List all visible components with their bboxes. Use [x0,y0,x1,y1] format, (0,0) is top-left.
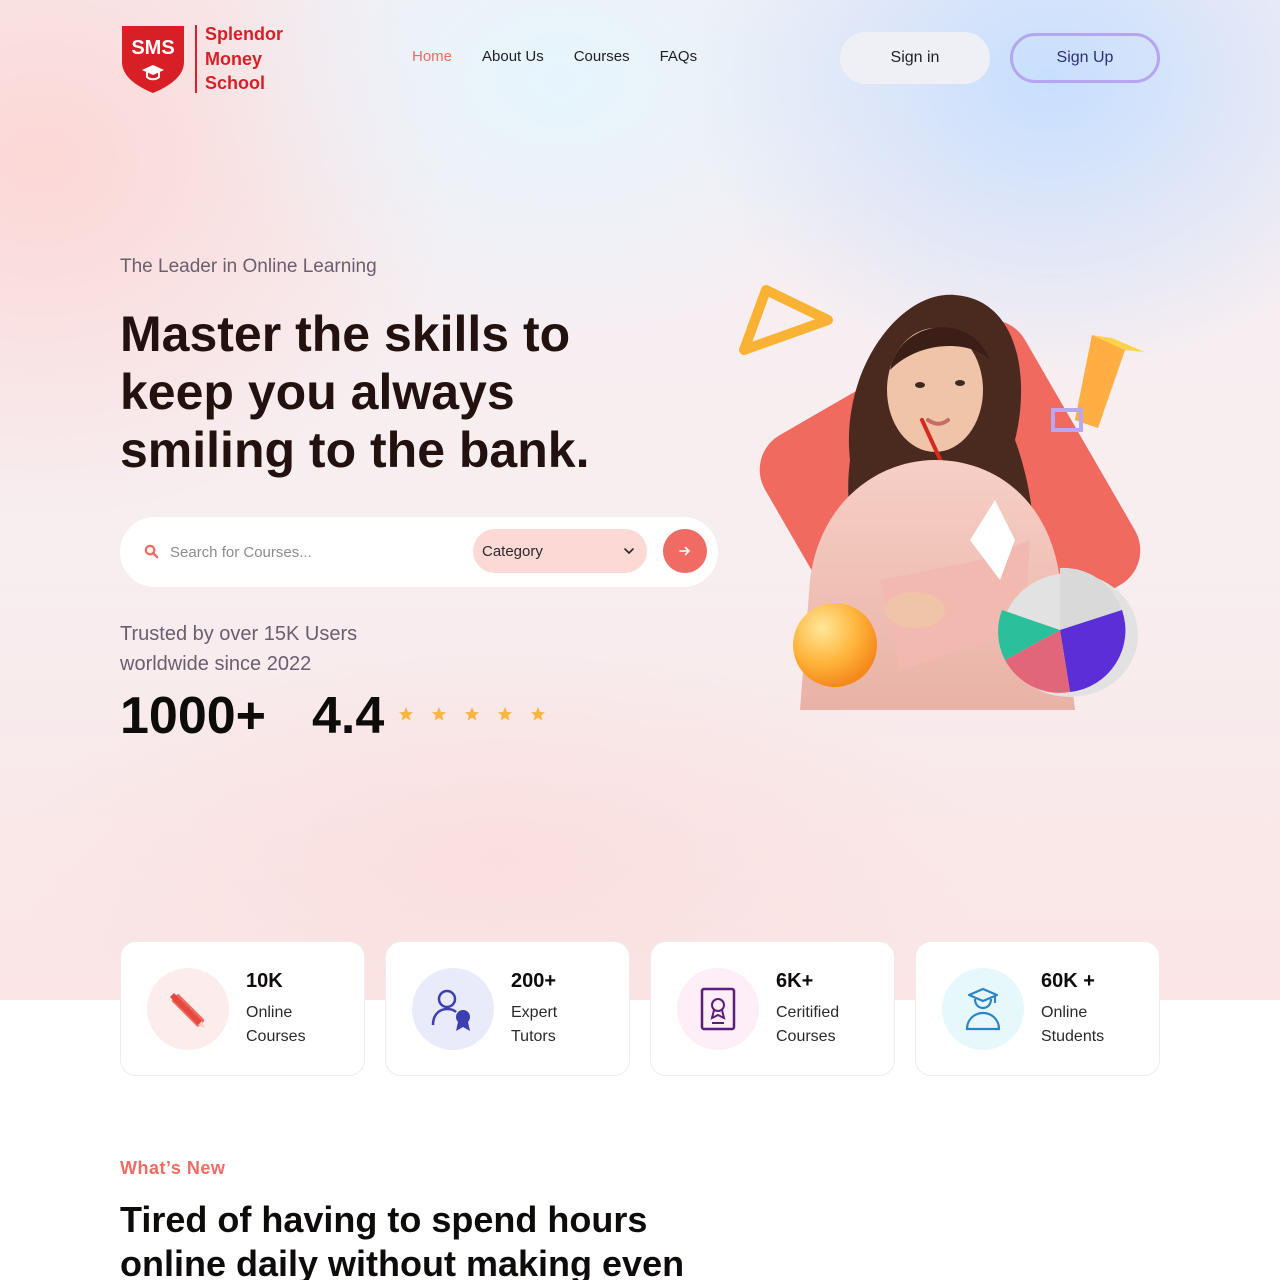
nav-faqs[interactable]: FAQs [660,48,698,65]
triangle-ruler-shape [739,285,833,355]
stat-card-expert-tutors: 200+ Expert Tutors [385,941,630,1076]
brand-name-line: Splendor [205,24,284,44]
whats-new-eyebrow: What’s New [120,1158,226,1178]
hero-headline: Master the skills to keep you always smi… [120,305,680,479]
stat-value: 10K [246,970,283,992]
category-select[interactable]: Category [473,529,647,573]
stat-card-icon-wrap [677,968,759,1050]
star-icon [465,707,479,721]
certificate-icon [700,987,736,1031]
stat-value: 200+ [511,970,557,992]
stat-label: Ceritified Courses [776,1001,886,1049]
logo-divider [195,24,197,93]
section-title-line: online daily without making even [120,1243,685,1280]
stat-label-line: Expert [511,1004,558,1021]
nav-about-us[interactable]: About Us [482,48,544,65]
headline-line: keep you always [120,364,515,420]
stat-card-icon-wrap [412,968,494,1050]
brand-logo[interactable]: SMS Splendor Money School [120,22,283,96]
brand-name-line: Money [205,48,263,69]
star-icon [498,707,512,721]
category-select-label: Category [482,542,543,560]
rating-stat: 4.4 [312,687,385,745]
stat-label-line: Courses [776,1028,836,1045]
trusted-line: Trusted by over 15K Users [120,623,358,645]
stat-label-line: Online [1041,1004,1088,1021]
stats-cards: 10K Online Courses 200+ Expert Tutors 6K… [120,941,1160,1076]
stat-value: 60K + [1041,970,1095,992]
stat-label-line: Courses [246,1028,306,1045]
stat-label-line: Tutors [511,1028,556,1045]
headline-line: smiling to the bank. [120,422,590,478]
hero-illustration [739,285,1145,710]
nav-courses[interactable]: Courses [574,48,630,65]
search-icon [144,544,159,559]
star-icon [399,707,413,721]
tutor-badge-icon [431,989,470,1031]
stat-label: Online Courses [246,1001,356,1049]
trusted-text: Trusted by over 15K Users worldwide sinc… [120,619,420,679]
stat-card-online-students: 60K + Online Students [915,941,1160,1076]
graduate-icon [965,987,1001,1031]
search-input[interactable] [170,539,460,565]
star-icon [531,707,545,721]
stat-card-icon-wrap [942,968,1024,1050]
brand-name-line: School [205,73,266,93]
brand-name: Splendor Money School [205,22,283,96]
stat-value: 6K+ [776,970,814,992]
pencil-ruler-icon [170,993,205,1027]
stat-label: Online Students [1041,1001,1151,1049]
trusted-line: worldwide since 2022 [120,653,312,675]
rating-stars [398,706,546,722]
stat-label-line: Students [1041,1028,1105,1045]
whats-new-title: Tired of having to spend hours online da… [120,1198,760,1280]
logo-initials: SMS [131,37,174,59]
stat-card-certified-courses: 6K+ Ceritified Courses [650,941,895,1076]
hero-tagline: The Leader in Online Learning [120,256,377,277]
stat-card-online-courses: 10K Online Courses [120,941,365,1076]
sign-up-button[interactable]: Sign Up [1010,33,1160,83]
section-title-line: Tired of having to spend hours [120,1199,648,1240]
course-search-bar: Category [120,517,718,587]
shield-logo-icon: SMS [122,25,184,93]
search-submit-button[interactable] [663,529,707,573]
users-count-stat: 1000+ [120,687,267,745]
headline-line: Master the skills to [120,306,571,362]
stat-label: Expert Tutors [511,1001,621,1049]
sign-in-button[interactable]: Sign in [840,32,990,84]
stat-label-line: Ceritified [776,1004,840,1021]
chevron-down-icon [624,548,634,554]
main-nav: Home About Us Courses FAQs [412,48,697,65]
arrow-right-icon [679,546,690,556]
stat-label-line: Online [246,1004,293,1021]
nav-home[interactable]: Home [412,48,452,65]
orange-ball-shape [793,603,877,687]
stat-card-icon-wrap [147,968,229,1050]
star-icon [432,707,446,721]
